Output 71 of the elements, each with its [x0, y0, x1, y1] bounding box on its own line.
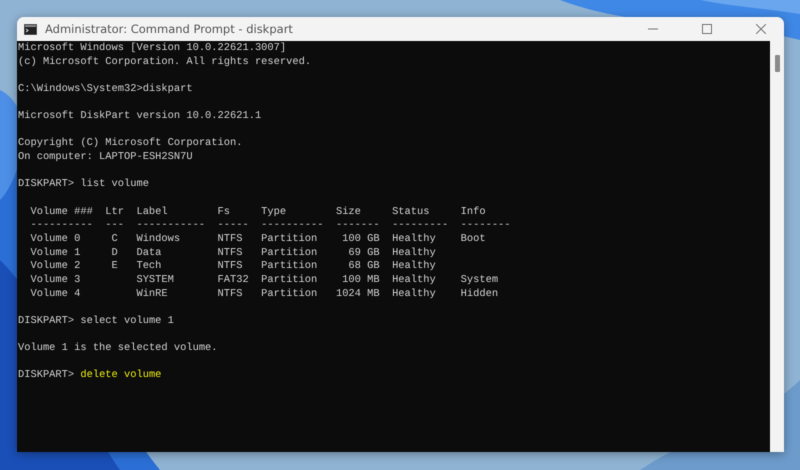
- table-cell-text: E: [110, 260, 119, 274]
- console-output: Microsoft Windows [Version 10.0.22621.3007]: [18, 42, 286, 54]
- header-rule: ----------: [261, 219, 324, 233]
- column-header: Fs: [218, 206, 231, 220]
- header-rule: ---------: [392, 219, 450, 233]
- table-cell-text: Data: [136, 246, 162, 260]
- terminal-icon: [24, 24, 37, 34]
- table-cell-text: 69 GB: [347, 246, 380, 260]
- command-prompt: DISKPART>: [18, 314, 76, 327]
- command-text: select volume 1: [80, 314, 174, 327]
- column-header: Volume ###: [30, 206, 94, 220]
- table-cell-text: Healthy: [392, 232, 437, 247]
- table-cell-text: NTFS: [218, 246, 244, 260]
- table-cell-text: Healthy: [392, 246, 437, 260]
- maximize-icon: [702, 24, 712, 34]
- table-cell: FAT32: [218, 274, 249, 288]
- table-cell-text: NTFS: [218, 288, 244, 302]
- table-cell: 1024 MB: [336, 288, 380, 302]
- table-cell-text: 100 GB: [341, 232, 380, 247]
- table-cell-text: Tech: [136, 260, 162, 274]
- header-rule: -----------: [136, 219, 206, 233]
- table-cell-text: C: [110, 232, 119, 247]
- table-cell-text: Healthy: [392, 260, 437, 274]
- table-cell-text: Windows: [136, 232, 182, 247]
- table-cell-text: Healthy: [392, 288, 437, 302]
- table-cell-text: Volume 0: [30, 232, 82, 247]
- table-cell-text: Boot: [460, 232, 487, 247]
- table-cell-text: SYSTEM: [136, 274, 175, 288]
- close-icon: [756, 24, 766, 34]
- table-cell-text: Partition: [261, 246, 318, 260]
- console-output: On computer: LAPTOP-ESH2SN7U: [18, 151, 193, 164]
- table-cell-text: System: [460, 274, 500, 288]
- table-cell-text: WinRE: [136, 288, 169, 302]
- command-prompt: C:\Windows\System32>: [18, 82, 143, 95]
- scrollbar-thumb[interactable]: [774, 55, 780, 72]
- command-text: list volume: [80, 178, 149, 190]
- header-rule: ----------: [30, 219, 94, 233]
- console-output: (c) Microsoft Corporation. All rights reserved.: [18, 56, 312, 68]
- table-cell-text: Volume 2: [30, 260, 82, 274]
- table-cell-text: 68 GB: [347, 260, 380, 274]
- header-rule: ---: [105, 219, 125, 233]
- table-cell-text: Volume 4: [30, 288, 82, 302]
- command-prompt: DISKPART>: [18, 369, 76, 382]
- table-cell-text: Hidden: [460, 288, 500, 302]
- table-cell-text: Partition: [261, 274, 318, 288]
- command-text: diskpart: [142, 82, 193, 95]
- column-header: Label: [136, 206, 169, 220]
- console-output: Copyright (C) Microsoft Corporation.: [18, 137, 242, 150]
- window-title: Administrator: Command Prompt - diskpart: [45, 22, 294, 36]
- column-header: Status: [392, 206, 430, 220]
- console-output: Volume 1 is the selected volume.: [18, 342, 218, 354]
- column-header: Size: [336, 206, 362, 220]
- table-cell-text: Partition: [261, 260, 318, 274]
- column-header: Ltr: [105, 206, 125, 220]
- table-cell-text: 100 MB: [341, 274, 380, 288]
- column-header: Info: [460, 206, 487, 220]
- command-text: delete volume: [80, 369, 162, 382]
- header-rule: --------: [460, 219, 511, 233]
- table-cell-text: Healthy: [392, 274, 437, 288]
- table-cell-text: D: [110, 246, 119, 260]
- table-cell-text: NTFS: [218, 260, 244, 274]
- table-cell-text: Partition: [261, 232, 318, 247]
- column-header: Type: [261, 206, 288, 220]
- console-output: Microsoft DiskPart version 10.0.22621.1: [18, 110, 262, 122]
- table-cell-text: Volume 1: [30, 246, 82, 260]
- table-cell-text: Partition: [261, 288, 318, 302]
- header-rule: -------: [336, 219, 381, 233]
- table-cell-text: Volume 3: [30, 274, 82, 288]
- table-cell-text: NTFS: [218, 232, 244, 247]
- header-rule: -----: [218, 219, 250, 233]
- command-prompt: DISKPART>: [18, 178, 76, 190]
